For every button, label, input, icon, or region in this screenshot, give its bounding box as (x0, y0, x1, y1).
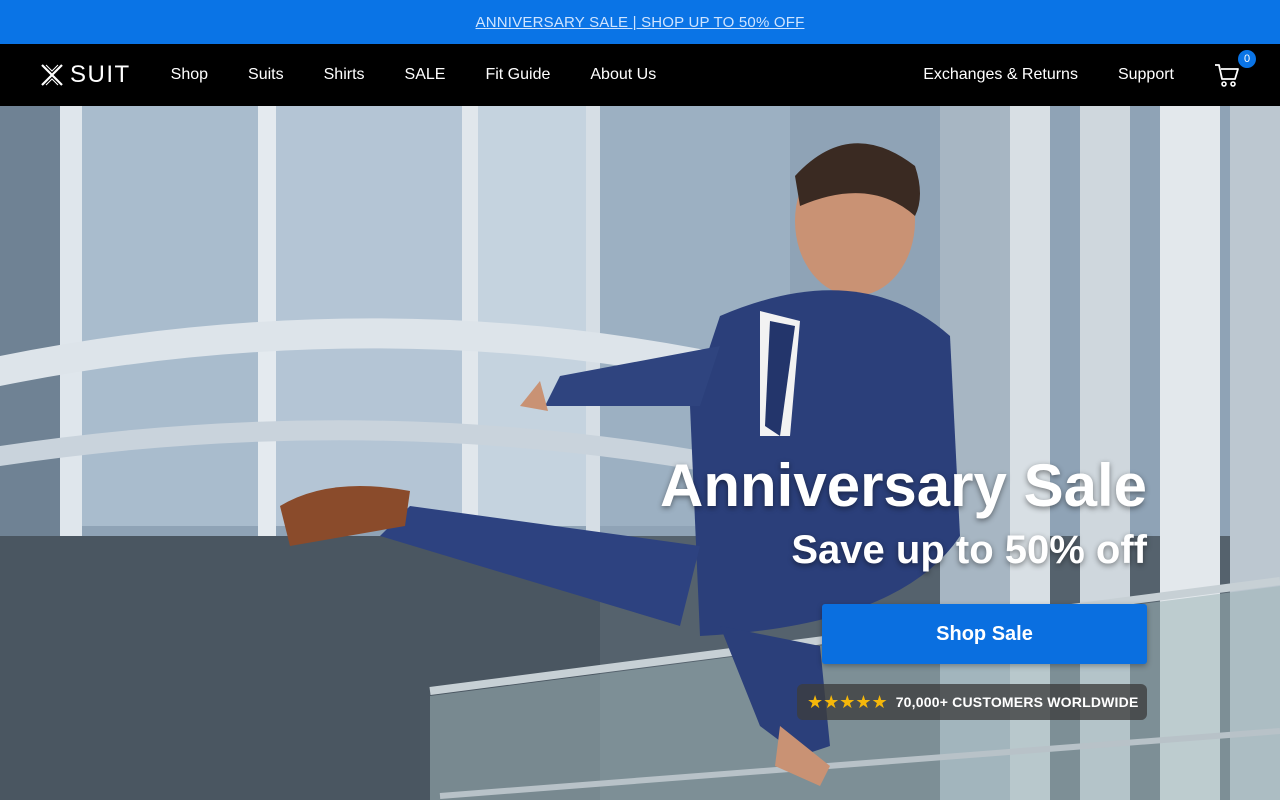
cart-count-badge: 0 (1238, 50, 1256, 68)
star-rating-icon: ★★★★★ (807, 691, 888, 712)
nav-about-us[interactable]: About Us (590, 66, 656, 84)
nav-suits[interactable]: Suits (248, 66, 284, 84)
nav-shop[interactable]: Shop (171, 66, 208, 84)
nav-shirts[interactable]: Shirts (324, 66, 365, 84)
logo-x-icon (41, 64, 63, 86)
rating-text: 70,000+ CUSTOMERS WORLDWIDE (895, 694, 1139, 710)
hero-copy: Anniversary Sale Save up to 50% off (660, 456, 1147, 573)
cart-button[interactable]: 0 (1214, 50, 1256, 88)
nav-fit-guide[interactable]: Fit Guide (485, 66, 550, 84)
nav-exchanges-returns[interactable]: Exchanges & Returns (923, 66, 1078, 84)
cart-icon (1215, 64, 1239, 87)
rating-badge: ★★★★★ 70,000+ CUSTOMERS WORLDWIDE (797, 684, 1147, 720)
nav-right: Exchanges & Returns Support 0 (923, 50, 1256, 88)
nav-links: Shop Suits Shirts SALE Fit Guide About U… (171, 66, 697, 84)
main-nav: SUIT Shop Suits Shirts SALE Fit Guide Ab… (0, 44, 1280, 106)
logo-text: SUIT (70, 61, 131, 88)
hero-banner: Anniversary Sale Save up to 50% off Shop… (0, 106, 1280, 800)
promo-link[interactable]: ANNIVERSARY SALE | SHOP UP TO 50% OFF (476, 14, 805, 31)
promo-bar: ANNIVERSARY SALE | SHOP UP TO 50% OFF (0, 0, 1280, 44)
logo[interactable]: SUIT (40, 61, 131, 89)
shop-sale-button[interactable]: Shop Sale (822, 604, 1147, 664)
hero-title: Anniversary Sale (660, 452, 1147, 519)
nav-sale[interactable]: SALE (405, 66, 446, 84)
nav-support[interactable]: Support (1118, 66, 1174, 84)
hero-subtitle: Save up to 50% off (791, 528, 1147, 572)
